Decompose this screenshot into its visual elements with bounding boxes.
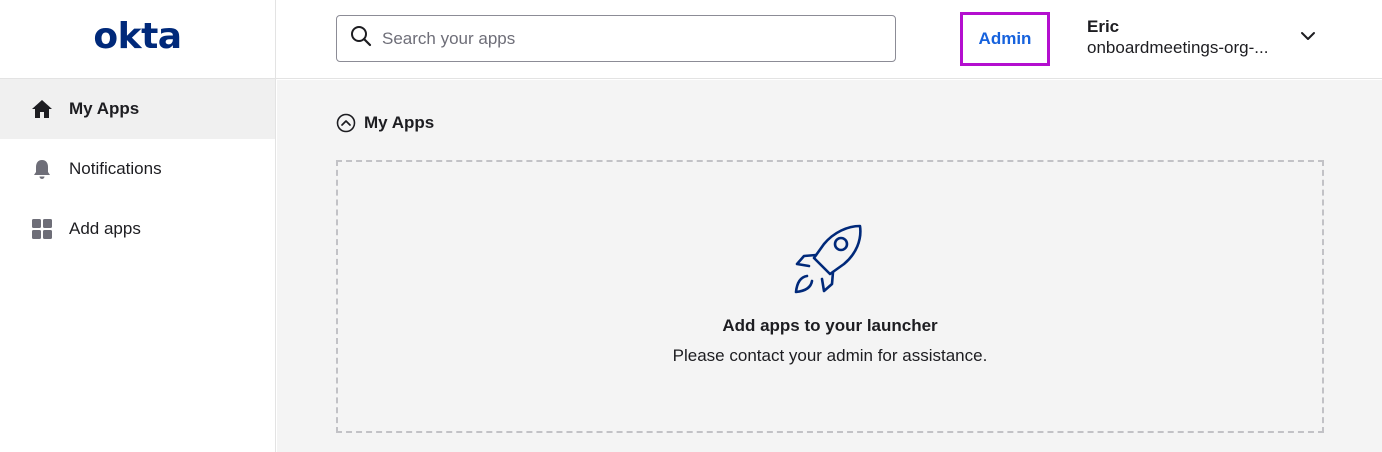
user-menu[interactable]: Eric onboardmeetings-org-...	[1087, 17, 1287, 59]
sidebar-item-add-apps[interactable]: Add apps	[0, 199, 275, 259]
admin-button[interactable]: Admin	[960, 12, 1050, 66]
empty-state-subtitle: Please contact your admin for assistance…	[672, 346, 988, 365]
search-icon	[350, 25, 372, 52]
user-name: Eric	[1087, 17, 1120, 36]
logo-area: okta	[0, 0, 275, 79]
okta-logo[interactable]: okta	[93, 16, 182, 57]
sidebar: okta My Apps Notifications Add apps	[0, 0, 276, 452]
empty-state-title: Add apps to your launcher	[722, 316, 938, 335]
my-apps-section-toggle[interactable]: My Apps	[336, 113, 434, 133]
sidebar-item-label: Notifications	[69, 159, 162, 178]
sidebar-item-label: Add apps	[69, 219, 141, 238]
chevron-down-icon[interactable]	[1298, 26, 1318, 46]
sidebar-item-notifications[interactable]: Notifications	[0, 139, 275, 199]
search-box[interactable]	[336, 15, 896, 62]
empty-apps-dropzone: Add apps to your launcher Please contact…	[336, 160, 1324, 433]
sidebar-item-label: My Apps	[69, 99, 140, 118]
user-org: onboardmeetings-org-...	[1087, 38, 1269, 57]
chevron-up-circle-icon	[336, 113, 356, 133]
section-title: My Apps	[364, 113, 435, 132]
bell-icon	[31, 158, 53, 180]
main-content: My Apps Add apps to your launcher Please…	[277, 80, 1382, 452]
grid-icon	[31, 218, 53, 240]
top-bar: Admin Eric onboardmeetings-org-...	[276, 0, 1382, 79]
home-icon	[31, 98, 53, 120]
rocket-icon	[790, 222, 866, 298]
search-input[interactable]	[382, 28, 862, 49]
sidebar-item-my-apps[interactable]: My Apps	[0, 79, 275, 139]
